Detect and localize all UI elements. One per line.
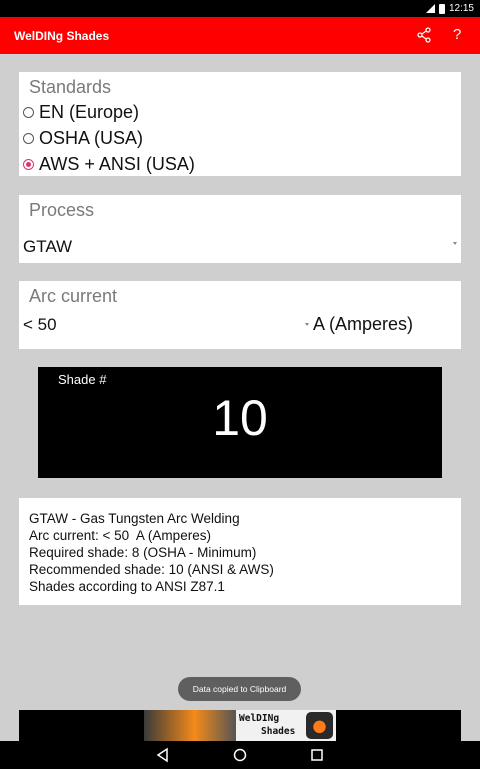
dropdown-caret-icon[interactable] xyxy=(305,323,309,326)
help-icon[interactable]: ? xyxy=(453,26,461,43)
radio-aws-ansi-usa[interactable]: AWS + ANSI (USA) xyxy=(23,154,195,175)
info-line: Arc current: < 50 A (Amperes) xyxy=(29,528,211,543)
arc-current-spinner[interactable]: < 50 xyxy=(23,315,57,335)
process-title: Process xyxy=(29,200,95,220)
status-bar: 12:15 xyxy=(0,0,480,17)
navigation-bar xyxy=(0,741,480,769)
shade-display: Shade # 10 xyxy=(38,367,442,478)
battery-icon xyxy=(438,3,445,14)
shade-number: 10 xyxy=(212,390,268,446)
process-spinner[interactable]: GTAW xyxy=(23,237,72,257)
radio-label: AWS + ANSI (USA) xyxy=(39,154,195,174)
arc-current-unit: A (Amperes) xyxy=(313,314,414,334)
ad-text-line2: Shades xyxy=(261,726,296,737)
radio-label: EN (Europe) xyxy=(39,102,140,122)
back-icon[interactable] xyxy=(155,747,171,763)
ad-text: WelDINg Shades xyxy=(239,712,303,738)
radio-button-icon[interactable] xyxy=(23,107,34,118)
ad-banner[interactable]: WelDINg Shades xyxy=(19,710,461,741)
ad-text-line1: WelDINg xyxy=(239,713,280,724)
home-icon[interactable] xyxy=(232,747,248,763)
shade-label: Shade # xyxy=(58,372,107,387)
ad-image[interactable]: WelDINg Shades xyxy=(144,710,336,741)
share-icon[interactable] xyxy=(416,27,432,43)
info-line: Shades according to ANSI Z87.1 xyxy=(29,579,225,594)
standards-title: Standards xyxy=(29,77,112,97)
radio-button-icon[interactable] xyxy=(23,133,34,144)
info-line: Recommended shade: 10 (ANSI & AWS) xyxy=(29,562,274,577)
info-line: Required shade: 8 (OSHA - Minimum) xyxy=(29,545,257,560)
status-time: 12:15 xyxy=(448,3,474,14)
app-title: WelDINg Shades xyxy=(14,28,110,43)
info-panel[interactable]: GTAW - Gas Tungsten Arc Welding Arc curr… xyxy=(19,498,461,605)
app-bar: WelDINg Shades ? xyxy=(0,17,480,54)
process-card: Process GTAW xyxy=(19,195,461,263)
radio-button-selected-icon[interactable] xyxy=(23,159,34,170)
standards-card: Standards EN (Europe) OSHA (USA) AWS + A… xyxy=(19,72,461,176)
toast-message: Data copied to Clipboard xyxy=(178,677,301,701)
radio-osha-usa[interactable]: OSHA (USA) xyxy=(23,128,143,149)
recents-icon[interactable] xyxy=(309,747,325,763)
info-line: GTAW - Gas Tungsten Arc Welding xyxy=(29,511,240,526)
welding-lens-icon xyxy=(306,712,333,739)
signal-icon xyxy=(425,4,435,13)
welding-helmet-icon xyxy=(144,710,236,741)
dropdown-caret-icon[interactable] xyxy=(453,242,457,245)
radio-label: OSHA (USA) xyxy=(39,128,144,148)
radio-en-europe[interactable]: EN (Europe) xyxy=(23,102,139,123)
arc-current-title: Arc current xyxy=(29,286,118,306)
arc-current-card: Arc current < 50 A (Amperes) xyxy=(19,281,461,349)
